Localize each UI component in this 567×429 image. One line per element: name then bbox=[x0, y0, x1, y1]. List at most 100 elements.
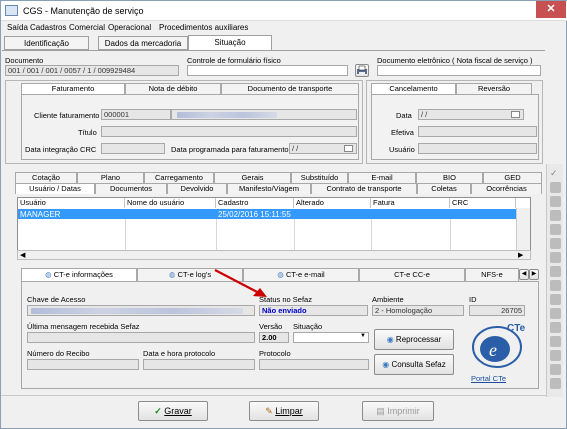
tab-scroll-left-button[interactable]: ◀ bbox=[519, 269, 529, 280]
toolbar-icon[interactable] bbox=[550, 308, 561, 319]
tab-gerais[interactable]: Gerais bbox=[214, 172, 291, 183]
tab-contrato-transporte[interactable]: Contrato de transporte bbox=[311, 183, 417, 194]
toolbar-icon[interactable] bbox=[550, 196, 561, 207]
tab-cancelamento[interactable]: Cancelamento bbox=[371, 83, 456, 94]
tab-carregamento[interactable]: Carregamento bbox=[144, 172, 214, 183]
menu-operacional[interactable]: Operacional bbox=[108, 23, 151, 32]
usuario-cancel-field[interactable] bbox=[418, 143, 537, 154]
menu-bar: Saída Cadastros Comercial Operacional Pr… bbox=[1, 21, 567, 34]
data-protocolo-label: Data e hora protocolo bbox=[143, 349, 216, 358]
tab-ged[interactable]: GED bbox=[483, 172, 542, 183]
titulo-field[interactable] bbox=[101, 126, 357, 137]
cliente-code-field[interactable]: 000001 bbox=[101, 109, 171, 120]
menu-cadastros[interactable]: Cadastros bbox=[30, 23, 66, 32]
calendar-icon[interactable] bbox=[511, 111, 520, 118]
imprimir-button[interactable]: ▤ Imprimir bbox=[362, 401, 434, 421]
controle-field[interactable] bbox=[187, 65, 348, 76]
tab-cte-informacoes[interactable]: ◍ CT-e informações bbox=[21, 268, 137, 281]
toolbar-icon[interactable] bbox=[550, 224, 561, 235]
tab-cotacao[interactable]: Cotação bbox=[15, 172, 77, 183]
tab-devolvido[interactable]: Devolvido bbox=[167, 183, 227, 194]
tab-nfse[interactable]: NFS-e bbox=[465, 268, 519, 281]
toolbar-icon[interactable] bbox=[550, 350, 561, 361]
data-cancel-label: Data bbox=[396, 111, 412, 120]
tab-reversao[interactable]: Reversão bbox=[456, 83, 532, 94]
tab-bio[interactable]: BIO bbox=[416, 172, 483, 183]
tab-manifesto-viagem[interactable]: Manifesto/Viagem bbox=[227, 183, 311, 194]
check-icon: ✓ bbox=[154, 406, 162, 416]
tab-plano[interactable]: Plano bbox=[77, 172, 144, 183]
tab-faturamento[interactable]: Faturamento bbox=[21, 83, 125, 94]
toolbar-icon[interactable] bbox=[550, 294, 561, 305]
main-window: CGS - Manutenção de serviço ✕ Saída Cada… bbox=[0, 0, 567, 429]
tab-usuario-datas[interactable]: Usuário / Datas bbox=[15, 183, 95, 194]
tab-scroll-right-button[interactable]: ▶ bbox=[529, 269, 539, 280]
col-alterado[interactable]: Alterado bbox=[294, 198, 371, 208]
reprocessar-button[interactable]: ◉ Reprocessar bbox=[374, 329, 454, 350]
check-icon[interactable]: ✓ bbox=[550, 168, 561, 179]
data-integracao-label: Data integração CRC bbox=[25, 145, 97, 154]
tab-documentos[interactable]: Documentos bbox=[95, 183, 167, 194]
col-crc[interactable]: CRC bbox=[450, 198, 516, 208]
menu-saida[interactable]: Saída bbox=[7, 23, 28, 32]
toolbar-icon[interactable] bbox=[550, 252, 561, 263]
calendar-icon[interactable] bbox=[344, 145, 353, 152]
tab-email[interactable]: E-mail bbox=[348, 172, 416, 183]
ambiente-field: 2 - Homologação bbox=[372, 305, 464, 316]
toolbar-icon[interactable] bbox=[550, 322, 561, 333]
ultima-msg-field[interactable] bbox=[27, 332, 255, 343]
gravar-button[interactable]: ✓ Gravar bbox=[138, 401, 208, 421]
documento-field[interactable]: 001 / 001 / 001 / 0057 / 1 / 009929484 bbox=[5, 65, 179, 76]
toolbar-icon[interactable] bbox=[550, 210, 561, 221]
tab-documento-transporte[interactable]: Documento de transporte bbox=[221, 83, 359, 94]
cte-logo-icon: e CTe bbox=[472, 323, 526, 368]
table-row[interactable]: MANAGER 25/02/2016 15:11:55 bbox=[18, 209, 516, 219]
close-button[interactable]: ✕ bbox=[536, 1, 566, 18]
doc-eletronico-field[interactable] bbox=[377, 65, 541, 76]
col-fatura[interactable]: Fatura bbox=[371, 198, 450, 208]
toolbar-icon[interactable] bbox=[550, 336, 561, 347]
menu-procedimentos[interactable]: Procedimentos auxiliares bbox=[159, 23, 248, 32]
tab-substituido[interactable]: Substituído bbox=[291, 172, 348, 183]
chevron-down-icon[interactable]: ▼ bbox=[360, 333, 366, 339]
portal-cte-link[interactable]: Portal CTe bbox=[471, 374, 506, 383]
numero-recibo-field[interactable] bbox=[27, 359, 139, 370]
toolbar-icon[interactable] bbox=[550, 266, 561, 277]
titulo-label: Título bbox=[78, 128, 97, 137]
data-protocolo-field[interactable] bbox=[143, 359, 255, 370]
toolbar-icon[interactable] bbox=[550, 238, 561, 249]
grid-hscrollbar[interactable]: ◀ ▶ bbox=[17, 250, 531, 260]
col-nome-usuario[interactable]: Nome do usuário bbox=[125, 198, 216, 208]
scroll-left-icon[interactable]: ◀ bbox=[20, 251, 25, 259]
reprocess-icon: ◉ bbox=[386, 335, 394, 344]
cliente-name-redacted bbox=[177, 112, 277, 118]
situacao-select[interactable] bbox=[293, 332, 369, 343]
svg-text:e: e bbox=[489, 340, 497, 360]
tab-nota-debito[interactable]: Nota de débito bbox=[125, 83, 221, 94]
tab-cte-informacoes-label: CT-e informações bbox=[53, 270, 113, 279]
data-programada-value: / / bbox=[292, 144, 299, 153]
printer-button[interactable] bbox=[355, 64, 369, 77]
col-cadastro[interactable]: Cadastro bbox=[216, 198, 294, 208]
tab-identificacao[interactable]: Identificação bbox=[4, 36, 89, 50]
protocolo-field[interactable] bbox=[259, 359, 369, 370]
tab-situacao[interactable]: Situação bbox=[188, 35, 272, 50]
data-cancel-field[interactable]: / / bbox=[418, 109, 524, 120]
tab-cte-cce[interactable]: CT-e CC-e bbox=[359, 268, 465, 281]
data-integracao-field[interactable] bbox=[101, 143, 165, 154]
id-field: 26705 bbox=[469, 305, 525, 316]
toolbar-icon[interactable] bbox=[550, 364, 561, 375]
tab-coletas[interactable]: Coletas bbox=[417, 183, 471, 194]
tab-ocorrencias[interactable]: Ocorrências bbox=[471, 183, 542, 194]
scroll-right-icon[interactable]: ▶ bbox=[518, 251, 523, 259]
col-usuario[interactable]: Usuário bbox=[18, 198, 125, 208]
toolbar-icon[interactable] bbox=[550, 280, 561, 291]
consulta-sefaz-button[interactable]: ◉ Consulta Sefaz bbox=[374, 354, 454, 375]
versao-label: Versão bbox=[259, 322, 283, 331]
limpar-button[interactable]: ✎ Limpar bbox=[249, 401, 319, 421]
toolbar-icon[interactable] bbox=[550, 182, 561, 193]
menu-comercial[interactable]: Comercial bbox=[69, 23, 105, 32]
efetiva-field[interactable] bbox=[418, 126, 537, 137]
tab-dados-mercadoria[interactable]: Dados da mercadoria bbox=[98, 36, 188, 50]
toolbar-icon[interactable] bbox=[550, 378, 561, 389]
